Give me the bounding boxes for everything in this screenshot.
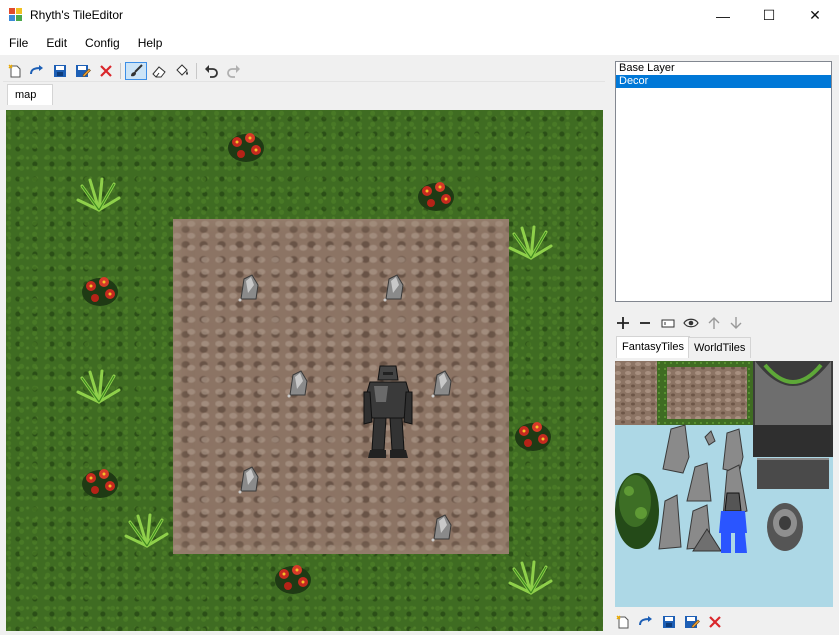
save-map-button[interactable] xyxy=(50,62,70,80)
fern-sprite xyxy=(508,560,553,595)
flower-bush-sprite xyxy=(82,469,118,498)
save-icon xyxy=(663,616,675,628)
maximize-button[interactable]: ☐ xyxy=(746,0,792,31)
move-layer-up-button[interactable] xyxy=(704,314,724,332)
close-map-button[interactable] xyxy=(96,62,116,80)
rock-sprite xyxy=(431,514,452,542)
open-map-button[interactable] xyxy=(27,62,47,80)
layer-item-decor[interactable]: Decor xyxy=(616,75,831,88)
tab-fantasy-tiles-label: FantasyTiles xyxy=(622,341,684,353)
flower-bush-sprite xyxy=(515,422,551,451)
rename-layer-button[interactable] xyxy=(658,314,678,332)
layer-toolbar xyxy=(612,313,834,333)
close-icon xyxy=(100,65,112,77)
rock-sprite xyxy=(383,274,404,302)
fill-tool-button[interactable] xyxy=(172,62,192,80)
fern-sprite xyxy=(508,225,553,260)
save-icon xyxy=(54,65,66,77)
tab-world-tiles[interactable]: WorldTiles xyxy=(688,337,752,358)
move-layer-down-button[interactable] xyxy=(726,314,746,332)
window-title: Rhyth's TileEditor xyxy=(30,8,123,22)
fern-sprite xyxy=(76,177,121,212)
save-tileset-as-button[interactable] xyxy=(682,613,702,631)
flower-bush-sprite xyxy=(418,182,454,211)
undo-icon xyxy=(205,65,218,78)
open-tileset-button[interactable] xyxy=(636,613,656,631)
brush-icon xyxy=(131,64,143,77)
flower-bush-sprite xyxy=(82,277,118,306)
toolbar-separator xyxy=(120,63,121,79)
rock-sprite xyxy=(238,274,259,302)
menu-help[interactable]: Help xyxy=(129,31,172,55)
tab-world-tiles-label: WorldTiles xyxy=(694,342,746,354)
new-map-button[interactable] xyxy=(5,62,25,80)
undo-button[interactable] xyxy=(201,62,221,80)
menu-edit[interactable]: Edit xyxy=(37,31,76,55)
arrow-up-icon xyxy=(708,317,720,329)
fern-sprite xyxy=(124,513,169,548)
eraser-icon xyxy=(152,66,166,78)
minimize-button[interactable]: — xyxy=(700,0,746,31)
new-icon xyxy=(8,64,21,78)
dirt-terrain xyxy=(173,219,509,554)
tileset-toolbar xyxy=(612,612,834,632)
tab-map[interactable]: map xyxy=(7,84,53,105)
open-icon xyxy=(639,616,652,626)
main-toolbar xyxy=(3,60,605,82)
window-close-icon: ✕ xyxy=(809,7,821,23)
close-icon xyxy=(709,616,721,628)
open-icon xyxy=(30,65,43,75)
tileset-palette[interactable] xyxy=(615,361,833,607)
title-bar: Rhyth's TileEditor — ☐ ✕ xyxy=(0,0,839,31)
menu-file[interactable]: File xyxy=(0,31,37,55)
fill-icon xyxy=(176,64,188,76)
flower-bush-sprite xyxy=(275,565,311,594)
maximize-icon: ☐ xyxy=(762,7,776,23)
add-icon xyxy=(617,317,629,329)
window-close-button[interactable]: ✕ xyxy=(792,0,838,31)
menu-bar: File Edit Config Help xyxy=(0,31,839,55)
redo-icon xyxy=(227,65,240,78)
layers-list[interactable]: Base Layer Decor xyxy=(615,61,832,302)
save-tileset-button[interactable] xyxy=(659,613,679,631)
minimize-icon: — xyxy=(716,7,730,24)
arrow-down-icon xyxy=(730,317,742,329)
save-as-button[interactable] xyxy=(73,62,93,80)
layer-item-base[interactable]: Base Layer xyxy=(616,62,831,75)
menu-config[interactable]: Config xyxy=(76,31,129,55)
save-as-icon xyxy=(76,65,91,77)
app-icon xyxy=(9,8,22,21)
toolbar-separator xyxy=(196,63,197,79)
brush-tool-button[interactable] xyxy=(125,62,147,80)
new-tileset-button[interactable] xyxy=(613,613,633,631)
rock-sprite xyxy=(431,370,452,398)
rock-sprite xyxy=(238,466,259,494)
new-icon xyxy=(616,615,629,629)
tileset-image xyxy=(615,361,833,553)
tab-map-label: map xyxy=(15,89,37,101)
close-tileset-button[interactable] xyxy=(705,613,725,631)
flower-bush-sprite xyxy=(228,133,264,162)
rock-sprite xyxy=(287,370,308,398)
eraser-tool-button[interactable] xyxy=(149,62,169,80)
toggle-visibility-button[interactable] xyxy=(681,314,701,332)
rename-icon xyxy=(661,319,675,328)
remove-layer-button[interactable] xyxy=(635,314,655,332)
fern-sprite xyxy=(76,369,121,404)
add-layer-button[interactable] xyxy=(613,314,633,332)
redo-button[interactable] xyxy=(224,62,244,80)
tab-fantasy-tiles[interactable]: FantasyTiles xyxy=(616,336,690,358)
map-canvas[interactable] xyxy=(6,110,603,631)
save-as-icon xyxy=(685,616,700,628)
golem-sprite xyxy=(363,365,413,458)
visibility-icon xyxy=(683,318,699,328)
remove-icon xyxy=(640,322,650,324)
